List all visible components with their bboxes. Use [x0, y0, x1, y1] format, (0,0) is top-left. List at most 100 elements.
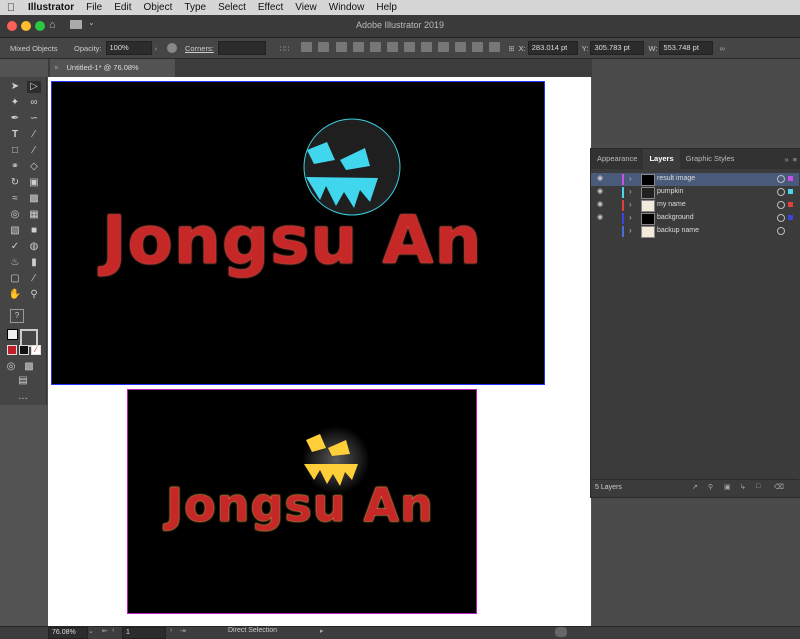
tab-appearance[interactable]: Appearance	[591, 149, 643, 169]
selection-indicator[interactable]	[788, 202, 793, 207]
chevron-right-icon[interactable]: ›	[629, 200, 632, 209]
chevron-right-icon[interactable]: ›	[629, 226, 632, 235]
menu-select[interactable]: Select	[212, 2, 252, 13]
artboard-number-field[interactable]: 1	[122, 627, 166, 639]
link-icon[interactable]: ∞	[719, 44, 724, 53]
mesh-tool-icon[interactable]: ▧	[8, 225, 22, 237]
rotate-tool-icon[interactable]: ↻	[8, 177, 22, 189]
artboard-editing[interactable]: Jongsu An	[51, 81, 545, 385]
menu-window[interactable]: Window	[323, 2, 371, 13]
type-tool-icon[interactable]: T	[8, 129, 22, 141]
shaper-tool-icon[interactable]: ⚭	[8, 161, 22, 173]
layer-name[interactable]: pumpkin	[657, 188, 683, 195]
locate-object-icon[interactable]: ⚲	[708, 483, 713, 491]
next-artboard-icon[interactable]: ›	[170, 627, 172, 634]
artboard-tool-icon[interactable]: ▢	[8, 273, 22, 285]
align-center-icon[interactable]	[318, 42, 330, 52]
symbol-sprayer-icon[interactable]: ♨	[8, 257, 22, 269]
horizontal-scrollbar-thumb[interactable]	[555, 627, 567, 637]
menu-file[interactable]: File	[80, 2, 108, 13]
name-text-result[interactable]: Jongsu An	[166, 478, 434, 532]
width-input[interactable]: 553.748 pt	[659, 41, 714, 55]
align-middle-icon[interactable]	[369, 42, 381, 52]
chevron-right-icon[interactable]: ›	[629, 213, 632, 222]
shape-builder-icon[interactable]: ◎	[8, 209, 22, 221]
selection-indicator[interactable]	[788, 215, 793, 220]
new-sublayer-icon[interactable]: ↳	[740, 483, 746, 491]
artboard-result[interactable]: Jongsu An	[127, 389, 477, 614]
zoom-level-field[interactable]: 76.08%	[48, 627, 88, 639]
distribute-center-icon[interactable]	[472, 42, 484, 52]
menu-edit[interactable]: Edit	[108, 2, 137, 13]
eye-icon[interactable]: ◉	[597, 201, 606, 209]
selection-tool-icon[interactable]: ➤	[8, 81, 22, 93]
distribute-right-icon[interactable]	[489, 42, 501, 52]
status-menu-icon[interactable]: ▸	[320, 627, 324, 635]
corners-input[interactable]	[217, 41, 266, 55]
chevron-down-icon[interactable]: ⌄	[88, 627, 94, 635]
distribute-middle-icon[interactable]	[420, 42, 432, 52]
recolor-icon[interactable]	[167, 43, 178, 53]
paintbrush-tool-icon[interactable]: ∕	[27, 145, 41, 157]
reference-point-icon[interactable]: ⊞	[508, 44, 514, 53]
align-left-icon[interactable]	[301, 42, 313, 52]
gradient-swatch-icon[interactable]	[19, 345, 29, 355]
first-artboard-icon[interactable]: ⇤	[102, 627, 108, 635]
hand-tool-icon[interactable]: ✋	[8, 289, 22, 301]
default-colors-icon[interactable]	[7, 329, 18, 340]
distribute-top-icon[interactable]	[403, 42, 415, 52]
perspective-grid-icon[interactable]: ▦	[27, 209, 41, 221]
draw-inside-icon[interactable]: ▩	[22, 361, 36, 373]
graph-tool-icon[interactable]: ▮	[27, 257, 41, 269]
panel-collapse-icon[interactable]: »	[784, 155, 788, 164]
help-icon[interactable]: ?	[10, 309, 24, 323]
trash-icon[interactable]: ⌫	[774, 483, 784, 491]
previous-artboard-icon[interactable]: ‹	[112, 627, 114, 634]
document-tab[interactable]: × Untitled-1* @ 76.08% (CMYK/GPU Preview…	[50, 59, 175, 90]
eye-icon[interactable]: ◉	[597, 175, 606, 183]
distribute-bottom-icon[interactable]	[438, 42, 450, 52]
gradient-tool-icon[interactable]: ■	[27, 225, 41, 237]
layer-row[interactable]: ◉ › background	[591, 212, 799, 225]
layer-row[interactable]: › backup name	[591, 225, 799, 238]
pen-tool-icon[interactable]: ✒	[8, 113, 22, 125]
eyedropper-icon[interactable]: ✓	[8, 241, 22, 253]
distribute-left-icon[interactable]	[455, 42, 467, 52]
new-layer-icon[interactable]: □	[756, 483, 760, 490]
last-artboard-icon[interactable]: ⇥	[180, 627, 186, 635]
target-icon[interactable]	[777, 201, 785, 209]
fill-color-icon[interactable]	[7, 345, 17, 355]
corners-label[interactable]: Corners:	[185, 44, 214, 53]
menu-view[interactable]: View	[289, 2, 323, 13]
chevron-right-icon[interactable]: ›	[629, 174, 632, 183]
free-transform-icon[interactable]: ▩	[27, 193, 41, 205]
tab-graphic-styles[interactable]: Graphic Styles	[680, 149, 741, 169]
menu-object[interactable]: Object	[137, 2, 178, 13]
chevron-right-icon[interactable]: ›	[155, 44, 158, 53]
selection-indicator[interactable]	[788, 189, 793, 194]
layer-row[interactable]: ◉ › pumpkin	[591, 186, 799, 199]
tab-layers[interactable]: Layers	[643, 149, 680, 169]
x-position-input[interactable]: 283.014 pt	[527, 41, 578, 55]
magic-wand-icon[interactable]: ✦	[8, 97, 22, 109]
width-tool-icon[interactable]: ≈	[8, 193, 22, 205]
eye-icon[interactable]: ◉	[597, 188, 606, 196]
layer-name[interactable]: background	[657, 214, 694, 221]
scale-tool-icon[interactable]: ▣	[27, 177, 41, 189]
drawing-modes-icon[interactable]: ◎	[4, 361, 18, 373]
align-top-icon[interactable]	[352, 42, 364, 52]
layer-row[interactable]: ◉ › my name	[591, 199, 799, 212]
eye-icon[interactable]: ◉	[597, 214, 606, 222]
chevron-right-icon[interactable]: ›	[629, 187, 632, 196]
target-icon[interactable]	[777, 214, 785, 222]
selection-indicator[interactable]	[788, 176, 793, 181]
target-icon[interactable]	[777, 188, 785, 196]
menu-help[interactable]: Help	[370, 2, 403, 13]
name-text-editing[interactable]: Jongsu An	[102, 202, 482, 279]
slice-tool-icon[interactable]: ∕	[27, 273, 41, 285]
layer-row[interactable]: ◉ › result image	[591, 173, 799, 186]
clipping-mask-icon[interactable]: ▣	[724, 483, 731, 491]
target-icon[interactable]	[777, 175, 785, 183]
layer-name[interactable]: backup name	[657, 227, 699, 234]
close-tab-icon[interactable]: ×	[54, 63, 58, 72]
